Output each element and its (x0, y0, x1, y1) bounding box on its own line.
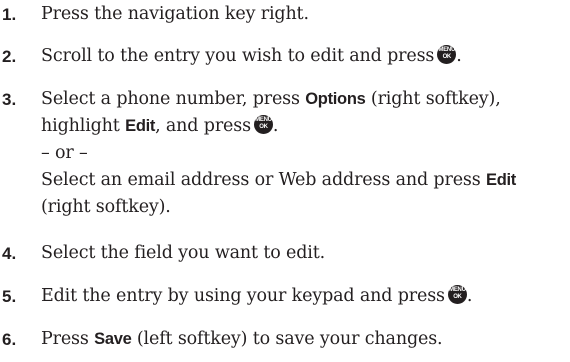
step-text-content: (left softkey) to save your changes. (131, 329, 443, 349)
step-text-content: highlight (41, 116, 126, 136)
menu-ok-key-top-label: MENU (255, 117, 272, 123)
step-number: 2. (2, 47, 17, 66)
menu-ok-key-bottom-label: OK (442, 54, 452, 60)
step-text: Press the navigation key right. (41, 1, 569, 28)
step-3-line-4: Select an email address or Web address a… (41, 167, 569, 194)
menu-ok-key-icon: MENU OK (447, 285, 467, 304)
step-text-content: Press the navigation key right. (41, 4, 309, 24)
step-number: 5. (2, 287, 17, 306)
step-3-line-2: highlight Edit, and press MENU OK. (41, 113, 569, 140)
step-text: Select the field you want to edit. (41, 240, 569, 267)
step-number: 6. (2, 330, 17, 349)
step-text-content: , and press (155, 116, 251, 136)
step-number: 4. (2, 244, 17, 263)
menu-ok-key-icon: MENU OK (437, 45, 457, 64)
edit-softkey-label: Edit (485, 171, 516, 189)
step-number: 3. (2, 90, 17, 109)
menu-ok-key-bottom-label: OK (453, 294, 462, 300)
step-text: Scroll to the entry you wish to edit and… (41, 43, 569, 70)
step-text-content: (right softkey), (365, 89, 501, 109)
save-softkey-label: Save (94, 330, 132, 348)
edit-option-label: Edit (125, 117, 156, 135)
options-softkey-label: Options (305, 90, 366, 108)
step-number: 1. (2, 5, 17, 24)
step-text-end: . (466, 286, 473, 306)
step-text: Edit the entry by using your keypad and … (41, 283, 569, 310)
step-text-end: . (272, 116, 279, 136)
menu-ok-key-bottom-label: OK (259, 124, 268, 130)
menu-ok-key-icon: MENU OK (253, 115, 273, 134)
step-3-line-1: Select a phone number, press Options (ri… (41, 86, 569, 113)
step-3-or-separator: – or – (41, 143, 88, 163)
step-text-content: Press (41, 329, 95, 349)
step-text-content: Scroll to the entry you wish to edit and… (41, 46, 435, 66)
menu-ok-key-top-label: MENU (449, 287, 466, 293)
step-text-end: . (456, 46, 462, 66)
menu-ok-key-top-label: MENU (438, 47, 456, 53)
step-text: Press Save (left softkey) to save your c… (41, 326, 569, 353)
step-3-line-5: (right softkey). (41, 197, 171, 217)
step-text-content: Select the field you want to edit. (41, 243, 326, 263)
step-text: Select a phone number, press Options (ri… (41, 86, 569, 221)
step-text-content: Select an email address or Web address a… (41, 170, 486, 190)
step-text-content: Select a phone number, press (41, 89, 306, 109)
step-text-content: Edit the entry by using your keypad and … (41, 286, 445, 306)
